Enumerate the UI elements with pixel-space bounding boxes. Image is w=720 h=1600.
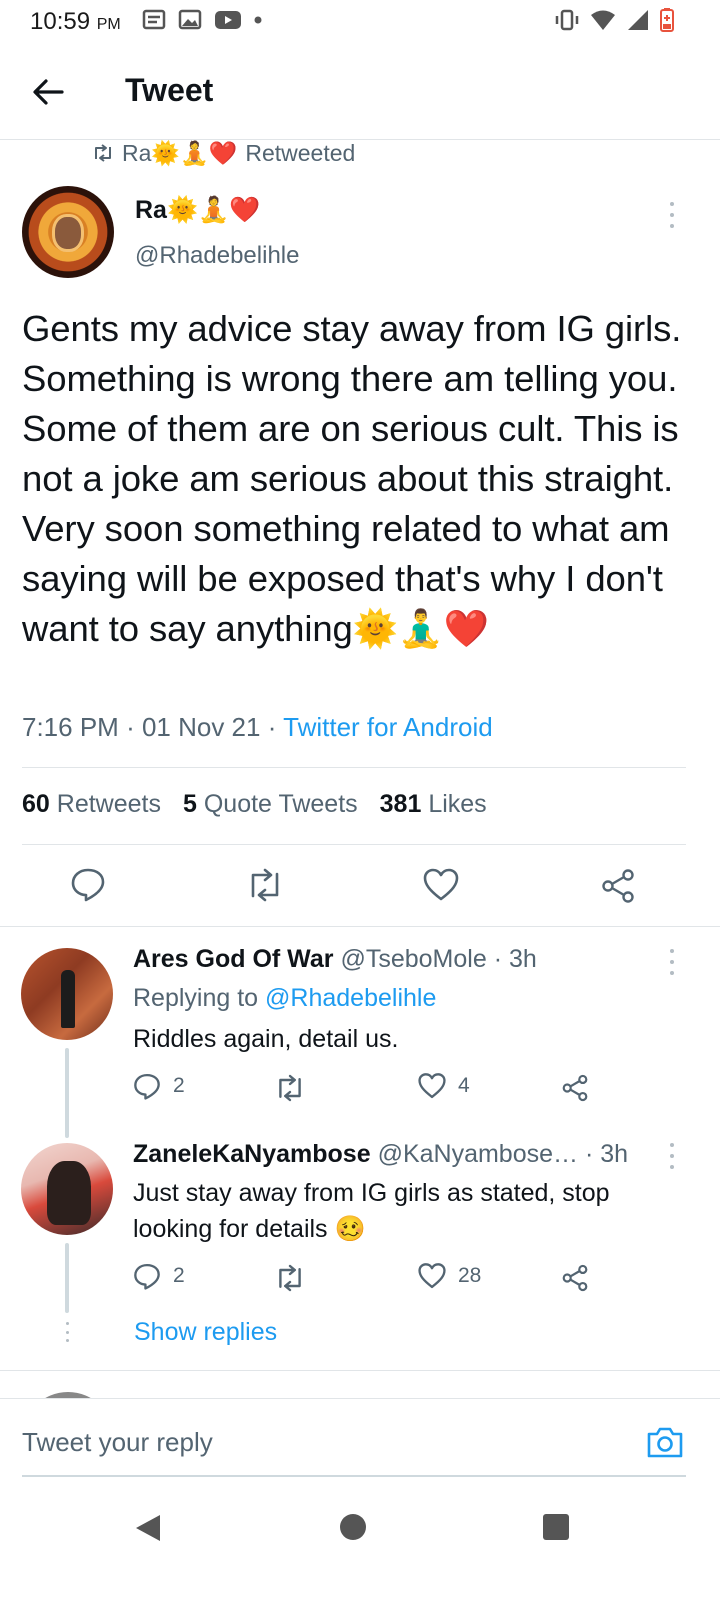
reply-text: Riddles again, detail us. bbox=[133, 1025, 399, 1053]
replying-to: Replying to @Rhadebelihle bbox=[133, 984, 436, 1013]
more-notifications-icon bbox=[254, 16, 262, 24]
retweet-icon[interactable] bbox=[274, 1074, 306, 1102]
likes-label: Likes bbox=[428, 790, 487, 818]
gallery-notification-icon bbox=[178, 9, 202, 30]
author-handle[interactable]: @Rhadebelihle bbox=[135, 242, 299, 270]
nav-recents-icon[interactable] bbox=[543, 1514, 569, 1540]
reply-count: 2 bbox=[173, 1074, 185, 1097]
likes-stat[interactable]: 381 Likes bbox=[380, 790, 487, 819]
reply-author-name: ZaneleKaNyambose bbox=[133, 1140, 371, 1168]
divider bbox=[22, 844, 686, 845]
vibrate-icon bbox=[555, 9, 579, 31]
reply-avatar[interactable] bbox=[21, 948, 113, 1040]
tweet-stats: 60 Retweets 5 Quote Tweets 381 Likes bbox=[22, 790, 487, 819]
tweet-time: 7:16 PM bbox=[22, 712, 119, 742]
replying-to-handle[interactable]: @Rhadebelihle bbox=[265, 984, 436, 1012]
likes-count: 381 bbox=[379, 790, 422, 818]
replying-to-prefix: Replying to bbox=[133, 984, 259, 1012]
reply-composer: Tweet your reply bbox=[0, 1398, 720, 1488]
status-clock: 10:59 bbox=[30, 8, 91, 35]
reply-action-bar: 2 28 bbox=[0, 1262, 720, 1302]
status-ampm: PM bbox=[96, 16, 121, 33]
reply-time: 3h bbox=[508, 945, 537, 973]
nav-home-icon[interactable] bbox=[340, 1514, 366, 1540]
meta-separator: · bbox=[126, 712, 142, 742]
reply-icon[interactable] bbox=[70, 866, 106, 902]
meta-separator: · bbox=[267, 712, 284, 742]
cell-signal-icon bbox=[628, 10, 648, 30]
meta-separator: · bbox=[584, 1140, 594, 1168]
reply-author-handle: @TseboMole bbox=[340, 945, 487, 973]
reply-like-button[interactable]: 4 bbox=[418, 1072, 470, 1100]
reply-author-name: Ares God Of War bbox=[133, 945, 334, 973]
reply-header[interactable]: Ares God Of War @TseboMole · 3h bbox=[133, 945, 537, 974]
tweet-action-bar bbox=[0, 866, 720, 906]
divider bbox=[22, 767, 686, 768]
retweet-icon[interactable] bbox=[274, 1264, 306, 1292]
retweets-count: 60 bbox=[22, 790, 50, 818]
reply-action-bar: 2 4 bbox=[0, 1072, 720, 1112]
share-icon[interactable] bbox=[600, 868, 636, 904]
like-heart-icon bbox=[418, 1073, 446, 1099]
thread-continuation-dots bbox=[64, 1322, 70, 1342]
tweet-meta: 7:16 PM · 01 Nov 21 · Twitter for Androi… bbox=[22, 712, 493, 743]
meta-separator: · bbox=[493, 945, 503, 973]
reply-more-options-icon[interactable] bbox=[668, 1143, 676, 1169]
status-bar: 10:59 PM bbox=[0, 0, 720, 44]
author-avatar[interactable] bbox=[22, 186, 114, 278]
tweet-more-options-icon[interactable] bbox=[668, 202, 676, 228]
reply-count: 2 bbox=[173, 1264, 185, 1287]
back-arrow-icon[interactable] bbox=[30, 74, 66, 110]
quote-tweets-count: 5 bbox=[182, 790, 197, 818]
author-name[interactable]: Ra🌞🧘❤️ bbox=[135, 196, 260, 225]
reply-icon bbox=[134, 1263, 160, 1290]
tweet-date: 01 Nov 21 bbox=[141, 712, 261, 742]
quote-tweets-label: Quote Tweets bbox=[203, 790, 358, 818]
share-icon[interactable] bbox=[561, 1264, 589, 1292]
reply-like-button[interactable]: 28 bbox=[418, 1262, 481, 1290]
like-count: 4 bbox=[458, 1074, 470, 1097]
wifi-icon bbox=[591, 10, 615, 30]
status-time: 10:59 PM bbox=[30, 8, 121, 36]
next-reply-peek bbox=[0, 1372, 720, 1400]
system-nav-bar bbox=[0, 1488, 720, 1600]
show-replies-link[interactable]: Show replies bbox=[134, 1318, 277, 1347]
notification-icons bbox=[142, 9, 262, 31]
share-icon[interactable] bbox=[561, 1074, 589, 1102]
retweeter-name: Ra🌞🧘❤️ bbox=[122, 139, 238, 166]
like-heart-icon[interactable] bbox=[423, 868, 459, 902]
divider bbox=[0, 926, 720, 927]
tweet-text: Gents my advice stay away from IG girls.… bbox=[22, 308, 682, 649]
reply-input[interactable]: Tweet your reply bbox=[22, 1427, 213, 1458]
system-status-icons bbox=[554, 8, 674, 32]
reply-reply-button[interactable]: 2 bbox=[133, 1072, 185, 1100]
reply-reply-button[interactable]: 2 bbox=[133, 1262, 185, 1290]
battery-icon bbox=[660, 8, 674, 32]
reply-more-options-icon[interactable] bbox=[668, 949, 676, 975]
divider bbox=[0, 1370, 720, 1371]
retweeted-label: Retweeted bbox=[245, 139, 356, 166]
quote-tweets-stat[interactable]: 5 Quote Tweets bbox=[183, 790, 358, 819]
message-notification-icon bbox=[142, 9, 166, 30]
reply-author-handle: @KaNyambose… bbox=[377, 1140, 579, 1168]
like-heart-icon bbox=[418, 1263, 446, 1289]
reply-header[interactable]: ZaneleKaNyambose @KaNyambose… · 3h bbox=[133, 1140, 628, 1169]
retweets-label: Retweets bbox=[56, 790, 161, 818]
retweet-icon[interactable] bbox=[245, 868, 285, 902]
retweet-small-icon bbox=[95, 144, 111, 162]
page-title: Tweet bbox=[125, 72, 214, 108]
tweet-source-link[interactable]: Twitter for Android bbox=[283, 712, 493, 742]
reply-icon bbox=[134, 1073, 160, 1100]
reply-text: Just stay away from IG girls as stated, … bbox=[133, 1179, 610, 1243]
video-notification-icon bbox=[215, 11, 241, 29]
retweeted-by-banner[interactable]: Ra🌞🧘❤️ Retweeted bbox=[92, 138, 355, 168]
reply-avatar[interactable] bbox=[21, 1143, 113, 1235]
retweets-stat[interactable]: 60 Retweets bbox=[22, 790, 161, 819]
like-count: 28 bbox=[458, 1264, 482, 1287]
nav-back-icon[interactable] bbox=[134, 1513, 162, 1543]
camera-icon[interactable] bbox=[646, 1425, 684, 1459]
reply-input-underline bbox=[22, 1475, 686, 1477]
top-app-bar: Tweet bbox=[0, 44, 720, 140]
reply-time: 3h bbox=[600, 1140, 629, 1168]
